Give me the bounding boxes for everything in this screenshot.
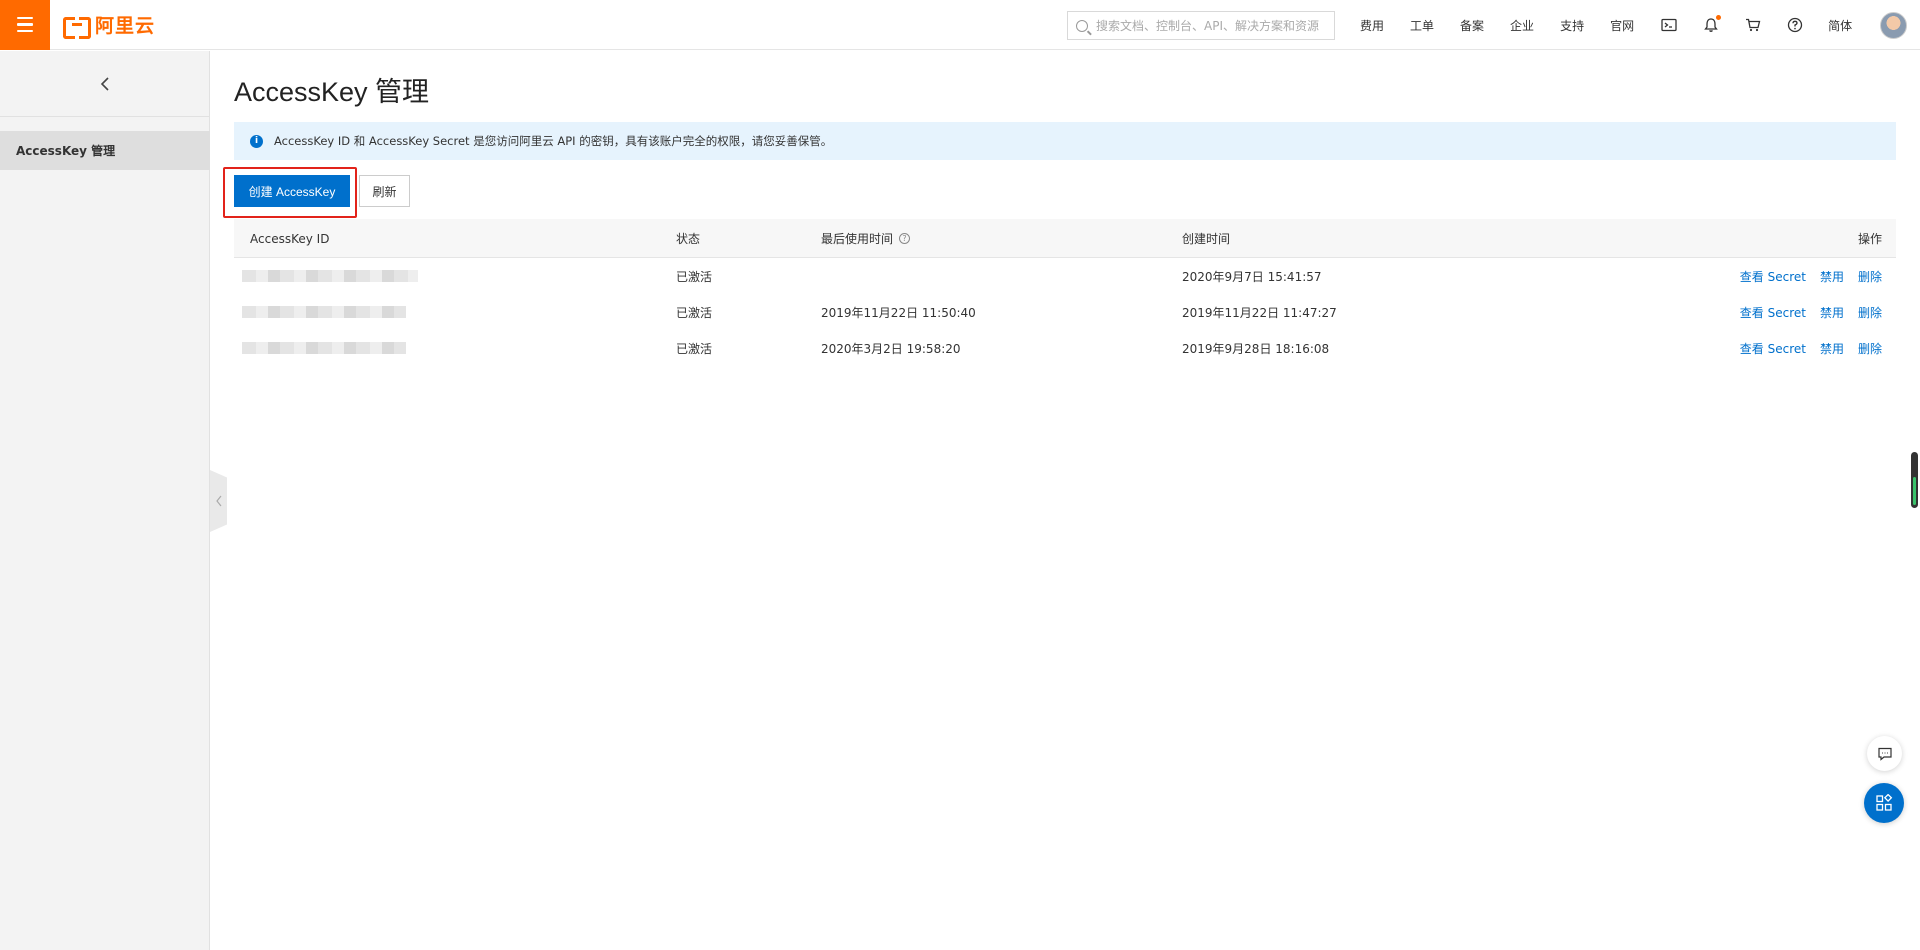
- aliyun-logo-icon: [63, 16, 91, 39]
- table-row: 已激活 2020年3月2日 19:58:20 2019年9月28日 18:16:…: [234, 330, 1896, 366]
- last-used-cell: 2020年3月2日 19:58:20: [821, 341, 961, 356]
- accesskey-table: AccessKey ID 状态 最后使用时间 ? 创建时间 操作 已激活 202…: [234, 219, 1896, 366]
- chevron-left-icon: [100, 76, 109, 91]
- notice-text: AccessKey ID 和 AccessKey Secret 是您访问阿里云 …: [274, 134, 833, 148]
- status-cell: 已激活: [676, 305, 713, 320]
- masked-accesskey-id: [242, 270, 418, 282]
- chat-icon[interactable]: [1867, 736, 1902, 771]
- col-last-used: 最后使用时间 ?: [821, 219, 911, 258]
- delete-link[interactable]: 删除: [1858, 304, 1882, 321]
- terminal-icon[interactable]: [1660, 16, 1678, 34]
- disable-link[interactable]: 禁用: [1820, 304, 1844, 321]
- page-title: AccessKey 管理: [234, 77, 430, 107]
- created-cell: 2019年11月22日 11:47:27: [1182, 305, 1337, 320]
- hamburger-menu-icon[interactable]: [0, 0, 50, 50]
- actions-cell: 查看 Secret 禁用 删除: [1726, 294, 1882, 330]
- col-status: 状态: [676, 232, 701, 246]
- search-box[interactable]: [1067, 11, 1335, 40]
- actions-cell: 查看 Secret 禁用 删除: [1726, 258, 1882, 294]
- nav-tickets[interactable]: 工单: [1410, 17, 1434, 34]
- col-actions: 操作: [1857, 232, 1882, 246]
- masked-accesskey-id: [242, 306, 406, 318]
- table-row: 已激活 2019年11月22日 11:50:40 2019年11月22日 11:…: [234, 294, 1896, 330]
- col-last-used-label: 最后使用时间: [821, 232, 894, 246]
- status-cell: 已激活: [676, 269, 713, 284]
- view-secret-link[interactable]: 查看 Secret: [1740, 340, 1806, 357]
- bell-icon[interactable]: [1702, 15, 1722, 34]
- created-cell: 2020年9月7日 15:41:57: [1182, 269, 1322, 284]
- disable-link[interactable]: 禁用: [1820, 340, 1844, 357]
- delete-link[interactable]: 删除: [1858, 268, 1882, 285]
- nav-icp-filing[interactable]: 备案: [1460, 17, 1484, 34]
- nav-support[interactable]: 支持: [1560, 17, 1584, 34]
- top-bar: 阿里云 费用 工单 备案 企业 支持 官网 简体: [0, 0, 1920, 50]
- chevron-left-icon: [215, 495, 221, 507]
- sidebar-item-accesskey[interactable]: AccessKey 管理: [0, 131, 210, 170]
- notification-dot: [1716, 15, 1722, 20]
- info-notice: i AccessKey ID 和 AccessKey Secret 是您访问阿里…: [234, 122, 1896, 160]
- table-row: 已激活 2020年9月7日 15:41:57 查看 Secret 禁用 删除: [234, 258, 1896, 294]
- col-created: 创建时间: [1182, 232, 1231, 246]
- question-icon[interactable]: ?: [899, 233, 911, 244]
- nav-official-site[interactable]: 官网: [1610, 17, 1634, 34]
- top-nav: 费用 工单 备案 企业 支持 官网 简体: [1360, 0, 1878, 50]
- info-icon: i: [250, 134, 263, 148]
- refresh-button[interactable]: 刷新: [359, 175, 410, 207]
- sidebar-collapse-toggle[interactable]: [210, 470, 227, 532]
- create-accesskey-button[interactable]: 创建 AccessKey: [234, 175, 350, 207]
- aliyun-logo[interactable]: 阿里云: [63, 11, 156, 39]
- view-secret-link[interactable]: 查看 Secret: [1740, 268, 1806, 285]
- scroll-indicator[interactable]: [1911, 452, 1918, 508]
- back-button[interactable]: [0, 51, 209, 117]
- delete-link[interactable]: 删除: [1858, 340, 1882, 357]
- help-icon[interactable]: [1786, 16, 1804, 34]
- nav-enterprise[interactable]: 企业: [1510, 17, 1534, 34]
- view-secret-link[interactable]: 查看 Secret: [1740, 304, 1806, 321]
- search-input[interactable]: [1096, 18, 1326, 33]
- last-used-cell: 2019年11月22日 11:50:40: [821, 305, 976, 320]
- created-cell: 2019年9月28日 18:16:08: [1182, 341, 1330, 356]
- table-header: AccessKey ID 状态 最后使用时间 ? 创建时间 操作: [234, 219, 1896, 258]
- nav-fees[interactable]: 费用: [1360, 17, 1384, 34]
- disable-link[interactable]: 禁用: [1820, 268, 1844, 285]
- actions-cell: 查看 Secret 禁用 删除: [1726, 330, 1882, 366]
- language-switch[interactable]: 简体: [1828, 17, 1852, 34]
- cart-icon[interactable]: [1744, 16, 1762, 34]
- search-icon: [1076, 19, 1088, 32]
- col-accesskey-id: AccessKey ID: [250, 231, 330, 246]
- masked-accesskey-id: [242, 342, 406, 354]
- status-cell: 已激活: [676, 341, 713, 356]
- sidebar: AccessKey 管理: [0, 51, 210, 950]
- apps-grid-icon[interactable]: [1864, 783, 1904, 823]
- logo-text: 阿里云: [95, 15, 156, 37]
- avatar[interactable]: [1880, 12, 1907, 39]
